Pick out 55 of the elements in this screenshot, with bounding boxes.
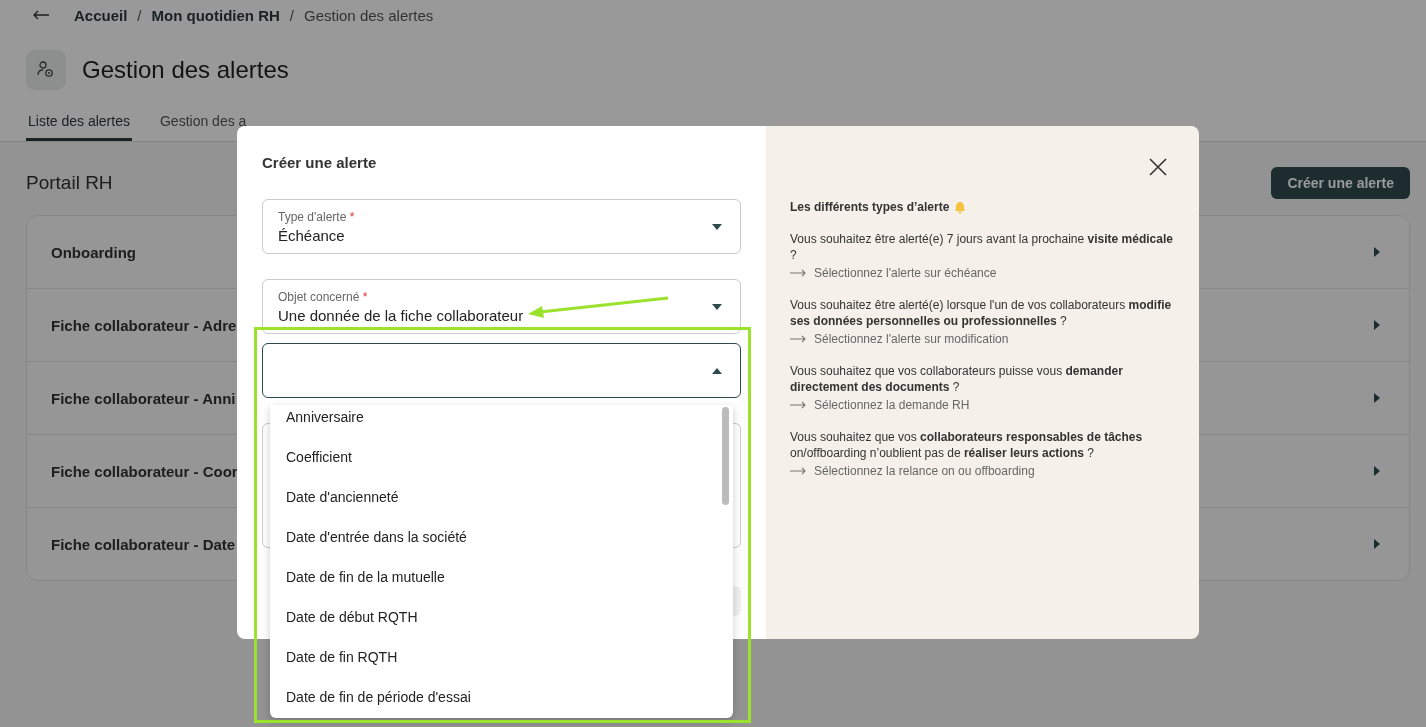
- dropdown-option[interactable]: Date de fin de la mutuelle: [270, 565, 733, 605]
- field-value: Échéance: [278, 226, 346, 244]
- long-arrow-icon: [790, 335, 807, 343]
- select-field[interactable]: [262, 343, 741, 398]
- alert-row-label[interactable]: Fiche collaborateur - Date: [51, 535, 236, 553]
- caret-right-icon[interactable]: [1374, 466, 1380, 476]
- long-arrow-icon: [790, 467, 807, 475]
- breadcrumb-separator: /: [137, 6, 142, 24]
- breadcrumb-separator: /: [289, 6, 294, 24]
- back-arrow-icon[interactable]: [32, 10, 50, 20]
- field-label: Objet concerné *: [278, 289, 369, 304]
- field-value: Une donnée de la fiche collaborateur: [278, 306, 524, 324]
- caret-right-icon[interactable]: [1374, 247, 1380, 257]
- caret-right-icon[interactable]: [1374, 539, 1380, 549]
- dropdown-option[interactable]: Date d'entrée dans la société: [270, 525, 733, 565]
- help-question: Vous souhaitez que vos collaborateurs responsables de tâches on/offboarding n’oublient pas de réaliser leurs actions ?: [790, 429, 1144, 461]
- tab[interactable]: Gestion des a: [157, 110, 249, 141]
- help-action: Sélectionnez la demande RH: [814, 397, 970, 413]
- breadcrumb-link[interactable]: Accueil: [74, 6, 128, 24]
- dropdown-option[interactable]: Date d'ancienneté: [270, 485, 733, 525]
- scrollbar-thumb[interactable]: [722, 407, 729, 505]
- help-action: Sélectionnez l'alerte sur échéance: [814, 265, 997, 281]
- caret-icon: [712, 303, 722, 310]
- help-question: Vous souhaitez être alerté(e) lorsque l'un de vos collaborateurs modifie ses données personnelles ou professionnelles ?: [790, 297, 1173, 329]
- dropdown-option[interactable]: Date de fin de période d'essai: [270, 685, 733, 718]
- bell-icon: [954, 200, 967, 214]
- dropdown-option[interactable]: Anniversaire: [270, 405, 733, 445]
- dropdown-option[interactable]: Date de fin RQTH: [270, 645, 733, 685]
- close-icon[interactable]: [1149, 158, 1167, 176]
- create-alert-button[interactable]: Créer une alerte: [1271, 167, 1410, 199]
- caret-right-icon[interactable]: [1374, 320, 1380, 330]
- alert-row-label[interactable]: Fiche collaborateur - Coor: [51, 462, 238, 480]
- alert-row-label[interactable]: Fiche collaborateur - Adre: [51, 316, 237, 334]
- help-question: Vous souhaitez être alerté(e) 7 jours avant la prochaine visite médicale ?: [790, 231, 1174, 263]
- page-title: Gestion des alertes: [82, 56, 289, 84]
- alert-row-label[interactable]: Fiche collaborateur - Anni: [51, 389, 236, 407]
- breadcrumb-link[interactable]: Mon quotidien RH: [151, 6, 280, 24]
- breadcrumb-link[interactable]: Gestion des alertes: [304, 6, 434, 24]
- modal-title: Créer une alerte: [262, 154, 378, 171]
- field-label: Type d'alerte *: [278, 209, 355, 224]
- long-arrow-icon: [790, 401, 807, 409]
- dropdown-option[interactable]: Date de début RQTH: [270, 605, 733, 645]
- caret-icon: [712, 367, 722, 374]
- dropdown-option[interactable]: Coefficient: [270, 445, 733, 485]
- help-action: Sélectionnez la relance on ou offboarding: [814, 463, 1035, 479]
- user-gear-icon: [26, 50, 66, 90]
- caret-icon: [712, 223, 722, 230]
- alert-row-label[interactable]: Onboarding: [51, 243, 136, 261]
- help-title: Les différents types d’alerte: [790, 200, 950, 214]
- help-question: Vous souhaitez que vos collaborateurs puisse vous demander directement des documents ?: [790, 363, 1124, 395]
- long-arrow-icon: [790, 269, 807, 277]
- section-title: Portail RH: [26, 172, 113, 194]
- caret-right-icon[interactable]: [1374, 393, 1380, 403]
- help-action: Sélectionnez l'alerte sur modification: [814, 331, 1009, 347]
- select-field[interactable]: Type d'alerte * Échéance: [262, 199, 741, 254]
